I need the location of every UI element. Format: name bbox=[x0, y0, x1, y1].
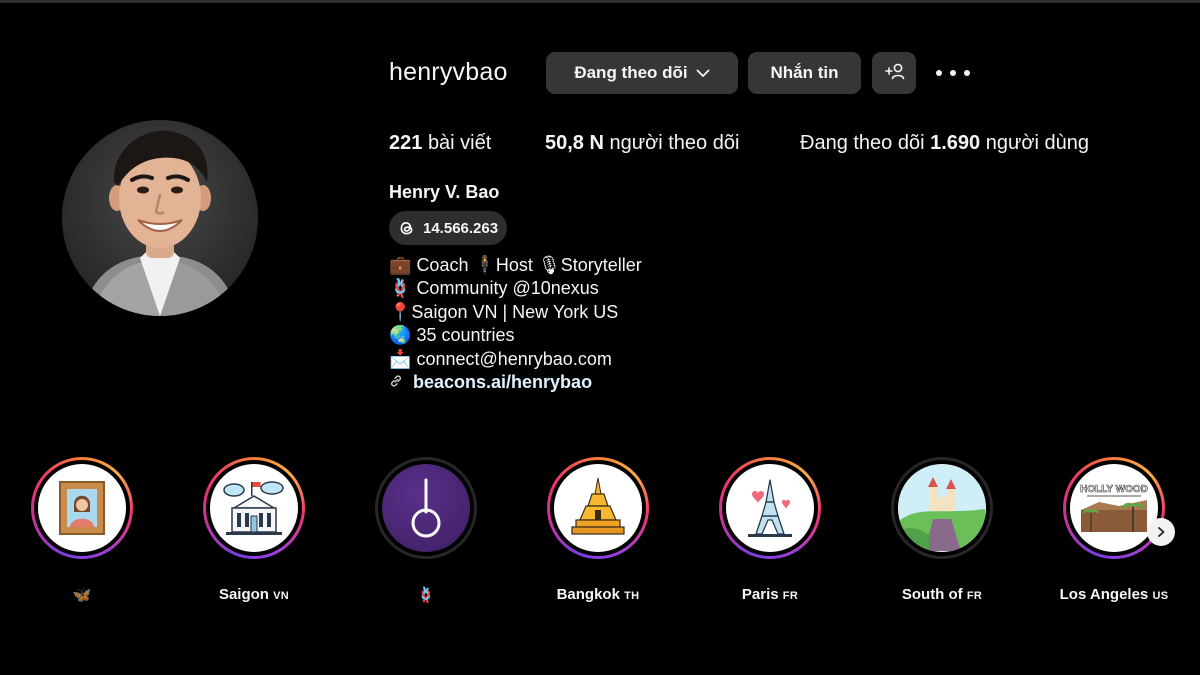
message-button-label: Nhắn tin bbox=[770, 63, 839, 82]
castle-cover bbox=[898, 464, 986, 552]
knot-icon: 🪢 bbox=[389, 278, 412, 299]
highlight-ring[interactable] bbox=[719, 457, 821, 559]
profile-full-name: Henry V. Bao bbox=[389, 182, 500, 202]
bio-link-row[interactable]: beacons.ai/henrybao bbox=[389, 371, 642, 394]
highlight-label: Paris FR bbox=[741, 586, 799, 603]
highlight-ring[interactable] bbox=[891, 457, 993, 559]
highlight-label: Bangkok TH bbox=[556, 586, 640, 603]
followers-count-value: 50,8 N bbox=[545, 132, 604, 154]
followers-count-label: người theo dõi bbox=[609, 132, 740, 154]
highlight-ring[interactable]: HOLLY WOOD bbox=[1063, 457, 1165, 559]
bio-line-2: 🪢 Community @10nexus bbox=[389, 277, 642, 300]
hollywood-sign-cover: HOLLY WOOD bbox=[1070, 464, 1158, 552]
bio-line-3-text: Saigon VN | New York US bbox=[411, 301, 619, 322]
window-top-border bbox=[0, 0, 1200, 3]
following-button-label: Đang theo dõi bbox=[574, 63, 688, 82]
highlight-ring[interactable] bbox=[203, 457, 305, 559]
highlight-label: Los Angeles US bbox=[1059, 586, 1169, 603]
threads-icon bbox=[400, 222, 413, 235]
bio-line-1: 💼 Coach 🕴Host 🎙Storyteller bbox=[389, 254, 642, 277]
hollywood-sign-text: HOLLY WOOD bbox=[1080, 484, 1148, 495]
following-count[interactable]: Đang theo dõi 1.690 người dùng bbox=[800, 132, 1089, 155]
highlight-ring[interactable] bbox=[547, 457, 649, 559]
eiffel-tower-cover bbox=[726, 464, 814, 552]
highlight-label: 🪢 bbox=[416, 587, 436, 604]
posts-count-label: bài viết bbox=[427, 132, 492, 154]
next-arrow-icon[interactable] bbox=[1147, 518, 1175, 546]
bio-line-4: 🌏 35 countries bbox=[389, 324, 642, 347]
more-options-icon[interactable] bbox=[936, 62, 970, 84]
bio-line-1-text: Coach 🕴Host 🎙Storyteller bbox=[416, 255, 642, 275]
bio-line-5-text: connect@henrybao.com bbox=[416, 348, 612, 369]
highlight-ring[interactable] bbox=[375, 457, 477, 559]
framed-portrait-cover bbox=[38, 464, 126, 552]
following-count-suffix: người dùng bbox=[985, 132, 1089, 154]
bio-website-link[interactable]: beacons.ai/henrybao bbox=[413, 372, 592, 392]
profile-username: henryvbao bbox=[389, 58, 508, 86]
following-button[interactable]: Đang theo dõi bbox=[546, 52, 738, 94]
bio-line-3: 📍Saigon VN | New York US bbox=[389, 301, 642, 324]
avatar-portrait bbox=[82, 130, 238, 316]
link-icon bbox=[389, 371, 403, 394]
add-user-icon bbox=[883, 62, 905, 85]
highlight-label: 🦋 bbox=[72, 587, 92, 604]
highlight-label: South of FR bbox=[901, 586, 983, 603]
bio-line-4-text: 35 countries bbox=[416, 325, 515, 346]
briefcase-icon: 💼 bbox=[389, 255, 412, 275]
message-button[interactable]: Nhắn tin bbox=[748, 52, 861, 94]
bio-line-5: 📩 connect@henrybao.com bbox=[389, 348, 642, 371]
posts-count-value: 221 bbox=[389, 132, 423, 154]
pin-icon: 📍 bbox=[389, 301, 412, 322]
temple-cover bbox=[554, 464, 642, 552]
profile-avatar[interactable] bbox=[62, 120, 258, 316]
following-count-prefix: Đang theo dõi bbox=[800, 132, 925, 154]
city-hall-cover bbox=[210, 464, 298, 552]
bio-line-2-text: Community @10nexus bbox=[416, 278, 599, 299]
followers-count[interactable]: 50,8 N người theo dõi bbox=[545, 132, 739, 155]
threads-badge[interactable]: 14.566.263 bbox=[389, 211, 507, 245]
following-count-value: 1.690 bbox=[930, 132, 981, 154]
highlight-ring[interactable] bbox=[31, 457, 133, 559]
highlight-label: Saigon VN bbox=[218, 586, 290, 603]
profile-bio: 💼 Coach 🕴Host 🎙Storyteller 🪢 Community @… bbox=[389, 254, 642, 394]
chevron-down-icon bbox=[696, 63, 710, 83]
envelope-icon: 📩 bbox=[389, 348, 412, 369]
add-user-button[interactable] bbox=[872, 52, 916, 94]
globe-icon: 🌏 bbox=[389, 325, 412, 346]
posts-count: 221 bài viết bbox=[389, 132, 491, 155]
purple-symbol-cover bbox=[382, 464, 470, 552]
threads-count: 14.566.263 bbox=[423, 219, 499, 237]
